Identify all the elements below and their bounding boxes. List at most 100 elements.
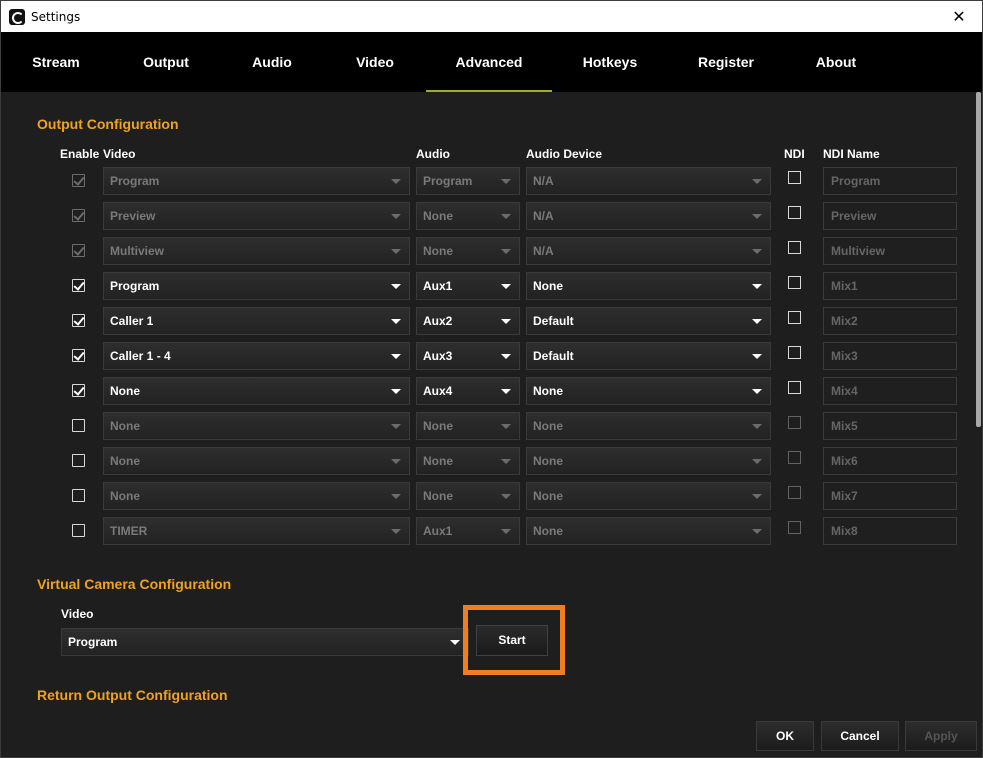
output-config-title: Output Configuration <box>37 116 179 132</box>
chevron-down-icon <box>391 319 401 324</box>
ndi-checkbox[interactable] <box>788 416 801 429</box>
video-select[interactable]: Preview <box>103 202 410 230</box>
ndi-name-field[interactable]: Multiview <box>823 237 957 265</box>
ndi-checkbox[interactable] <box>788 276 801 289</box>
ndi-checkbox[interactable] <box>788 241 801 254</box>
enable-checkbox[interactable] <box>72 454 85 467</box>
audio-select[interactable]: None <box>416 412 520 440</box>
ok-button[interactable]: OK <box>756 721 814 751</box>
ndi-checkbox[interactable] <box>788 311 801 324</box>
ndi-name-field[interactable]: Mix8 <box>823 517 957 545</box>
audio-select[interactable]: Aux3 <box>416 342 520 370</box>
video-select[interactable]: None <box>103 447 410 475</box>
video-select[interactable]: Caller 1 - 4 <box>103 342 410 370</box>
start-button[interactable]: Start <box>476 625 548 656</box>
audio-select[interactable]: None <box>416 202 520 230</box>
cancel-button[interactable]: Cancel <box>821 721 899 751</box>
audio-select[interactable]: None <box>416 482 520 510</box>
chevron-down-icon <box>391 249 401 254</box>
audio-select[interactable]: Aux2 <box>416 307 520 335</box>
enable-checkbox[interactable] <box>72 349 85 362</box>
audio-device-select[interactable]: None <box>526 447 771 475</box>
audio-device-select[interactable]: N/A <box>526 167 771 195</box>
tab-audio[interactable]: Audio <box>237 32 307 92</box>
ndi-name-field[interactable]: Mix5 <box>823 412 957 440</box>
tab-advanced[interactable]: Advanced <box>426 32 552 92</box>
audio-device-value: None <box>533 279 563 293</box>
audio-device-select[interactable]: None <box>526 482 771 510</box>
apply-button[interactable]: Apply <box>905 721 977 751</box>
ndi-name-field[interactable]: Mix6 <box>823 447 957 475</box>
audio-device-select[interactable]: None <box>526 377 771 405</box>
scrollbar[interactable] <box>975 92 982 712</box>
ndi-name-field[interactable]: Mix7 <box>823 482 957 510</box>
ndi-name-field[interactable]: Program <box>823 167 957 195</box>
audio-device-select[interactable]: Default <box>526 307 771 335</box>
audio-device-value: N/A <box>533 209 554 223</box>
tab-hotkeys[interactable]: Hotkeys <box>575 32 645 92</box>
video-select[interactable]: TIMER <box>103 517 410 545</box>
audio-select[interactable]: Aux4 <box>416 377 520 405</box>
audio-device-select[interactable]: None <box>526 517 771 545</box>
ndi-checkbox[interactable] <box>788 521 801 534</box>
audio-device-select[interactable]: N/A <box>526 237 771 265</box>
audio-device-select[interactable]: None <box>526 272 771 300</box>
enable-checkbox[interactable] <box>72 524 85 537</box>
tab-register[interactable]: Register <box>691 32 761 92</box>
ndi-name-field[interactable]: Preview <box>823 202 957 230</box>
chevron-down-icon <box>501 319 511 324</box>
enable-checkbox[interactable] <box>72 384 85 397</box>
audio-select[interactable]: Aux1 <box>416 272 520 300</box>
ndi-checkbox[interactable] <box>788 381 801 394</box>
audio-device-select[interactable]: N/A <box>526 202 771 230</box>
video-select[interactable]: None <box>103 377 410 405</box>
virtual-camera-video-label: Video <box>61 607 94 621</box>
chevron-down-icon <box>752 494 762 499</box>
scrollbar-thumb[interactable] <box>976 92 981 427</box>
audio-device-value: None <box>533 454 563 468</box>
ndi-name-field[interactable]: Mix2 <box>823 307 957 335</box>
enable-checkbox[interactable] <box>72 314 85 327</box>
video-select[interactable]: None <box>103 482 410 510</box>
chevron-down-icon <box>391 459 401 464</box>
enable-checkbox[interactable] <box>72 419 85 432</box>
close-button[interactable]: ✕ <box>936 1 982 32</box>
video-select[interactable]: Multiview <box>103 237 410 265</box>
tab-video[interactable]: Video <box>340 32 410 92</box>
tab-about[interactable]: About <box>801 32 871 92</box>
ndi-checkbox[interactable] <box>788 346 801 359</box>
enable-checkbox[interactable] <box>72 209 85 222</box>
tab-stream[interactable]: Stream <box>21 32 91 92</box>
audio-value: None <box>423 209 453 223</box>
chevron-down-icon <box>752 214 762 219</box>
output-row: Multiview None N/A Multiview <box>1 235 971 270</box>
video-select[interactable]: Program <box>103 167 410 195</box>
ndi-checkbox[interactable] <box>788 171 801 184</box>
ndi-name-field[interactable]: Mix1 <box>823 272 957 300</box>
output-row: Caller 1 Aux2 Default Mix2 <box>1 305 971 340</box>
video-select[interactable]: None <box>103 412 410 440</box>
enable-checkbox[interactable] <box>72 174 85 187</box>
ndi-name-field[interactable]: Mix3 <box>823 342 957 370</box>
audio-select[interactable]: Aux1 <box>416 517 520 545</box>
enable-checkbox[interactable] <box>72 279 85 292</box>
enable-checkbox[interactable] <box>72 489 85 502</box>
ndi-name-field[interactable]: Mix4 <box>823 377 957 405</box>
chevron-down-icon <box>501 249 511 254</box>
ndi-checkbox[interactable] <box>788 451 801 464</box>
video-select[interactable]: Caller 1 <box>103 307 410 335</box>
tab-output[interactable]: Output <box>131 32 201 92</box>
audio-device-select[interactable]: Default <box>526 342 771 370</box>
chevron-down-icon <box>391 284 401 289</box>
enable-checkbox[interactable] <box>72 244 85 257</box>
audio-select[interactable]: None <box>416 237 520 265</box>
audio-select[interactable]: Program <box>416 167 520 195</box>
ndi-checkbox[interactable] <box>788 486 801 499</box>
chevron-down-icon <box>501 389 511 394</box>
audio-device-select[interactable]: None <box>526 412 771 440</box>
virtual-camera-video-select[interactable]: Program <box>61 628 469 656</box>
audio-value: Aux3 <box>423 349 453 363</box>
audio-select[interactable]: None <box>416 447 520 475</box>
video-select[interactable]: Program <box>103 272 410 300</box>
ndi-checkbox[interactable] <box>788 206 801 219</box>
